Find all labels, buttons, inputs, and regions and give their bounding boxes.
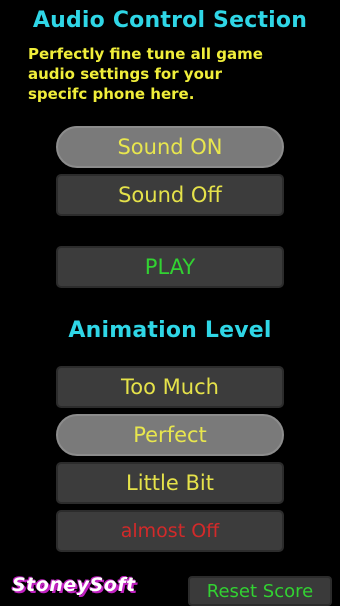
- animation-level-heading: Animation Level: [68, 318, 272, 343]
- animation-little-bit-button[interactable]: Little Bit: [56, 462, 284, 504]
- play-button[interactable]: PLAY: [56, 246, 284, 288]
- sound-on-button[interactable]: Sound ON: [56, 126, 284, 168]
- animation-perfect-button[interactable]: Perfect: [56, 414, 284, 456]
- reset-score-button[interactable]: Reset Score: [188, 576, 332, 606]
- audio-description-line: audio settings for your: [28, 65, 222, 83]
- animation-almost-off-button[interactable]: almost Off: [56, 510, 284, 552]
- audio-section-heading: Audio Control Section: [32, 8, 308, 33]
- stoneysoft-logo: StoneySoft: [12, 574, 136, 596]
- sound-off-button[interactable]: Sound Off: [56, 174, 284, 216]
- audio-description-line: specifc phone here.: [28, 85, 195, 103]
- audio-description-line: Perfectly fine tune all game: [28, 45, 263, 63]
- animation-too-much-button[interactable]: Too Much: [56, 366, 284, 408]
- audio-description: Perfectly fine tune all game audio setti…: [28, 44, 328, 104]
